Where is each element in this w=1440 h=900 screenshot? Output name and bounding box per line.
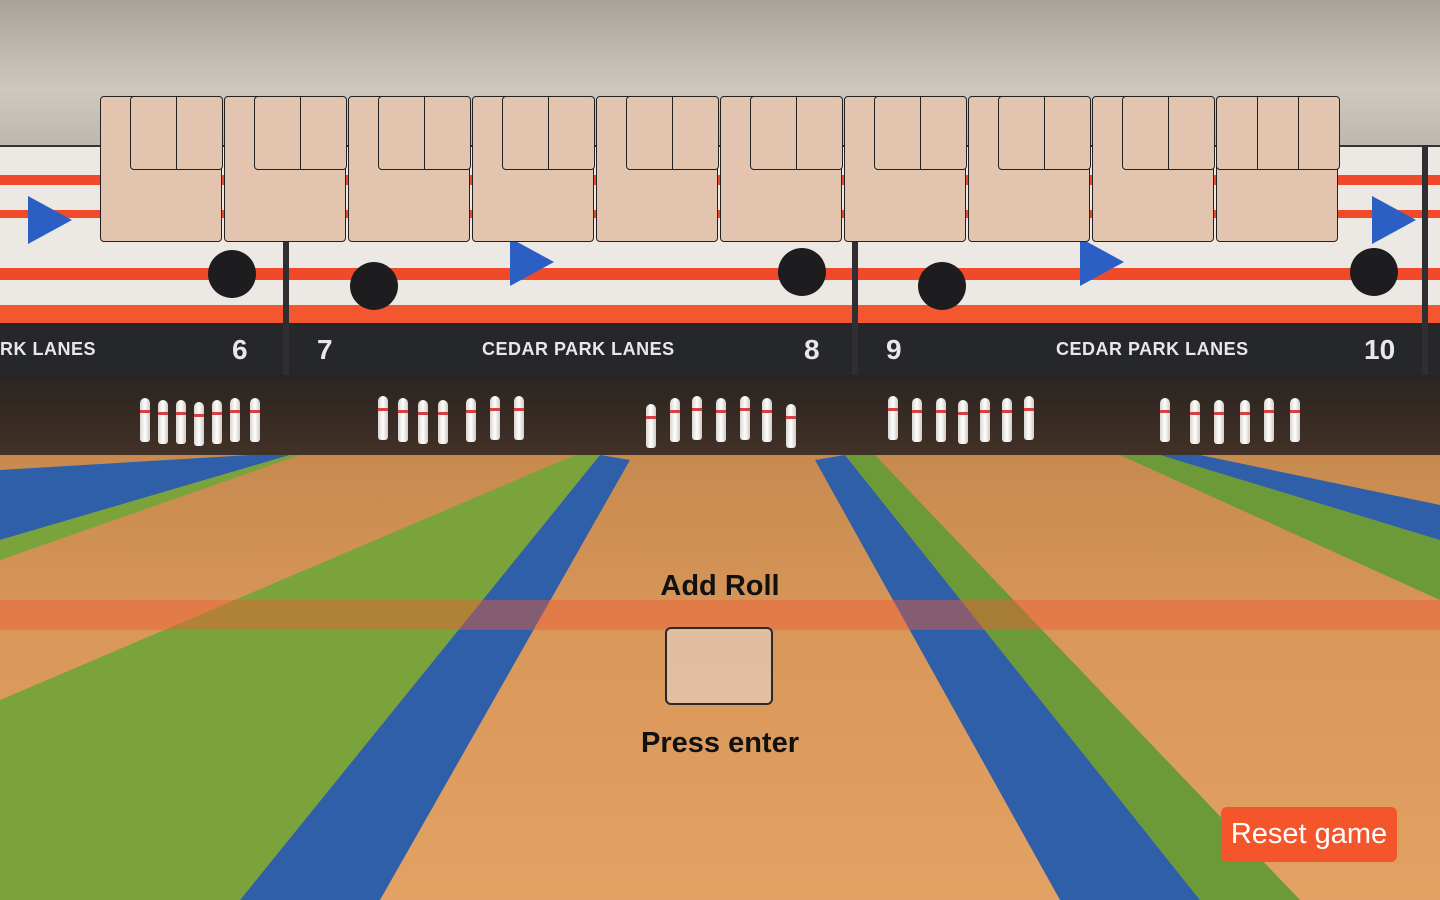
score-frame-5: [596, 96, 719, 242]
roll-box: [920, 96, 967, 170]
roll-box: [254, 96, 301, 170]
roll-box: [1122, 96, 1169, 170]
roll-box: [548, 96, 595, 170]
roll-box: [1216, 96, 1258, 170]
score-frame-7: [844, 96, 967, 242]
roll-box: [1298, 96, 1340, 170]
roll-box: [300, 96, 347, 170]
score-frame-2: [224, 96, 347, 242]
scoreboard: [100, 96, 1340, 242]
score-frame-9: [1092, 96, 1215, 242]
score-frame-4: [472, 96, 595, 242]
roll-box: [626, 96, 673, 170]
score-frame-1: [100, 96, 223, 242]
roll-box: [176, 96, 223, 170]
roll-box: [1168, 96, 1215, 170]
add-roll-label: Add Roll: [660, 570, 780, 602]
roll-box: [1257, 96, 1299, 170]
roll-input[interactable]: [665, 627, 773, 705]
roll-box: [424, 96, 471, 170]
roll-box: [998, 96, 1045, 170]
score-frame-10: [1216, 96, 1340, 242]
score-frame-6: [720, 96, 843, 242]
press-enter-hint: Press enter: [641, 727, 799, 759]
roll-box: [130, 96, 177, 170]
roll-box: [874, 96, 921, 170]
floor-reflection: [0, 600, 1440, 630]
roll-box: [502, 96, 549, 170]
score-frame-8: [968, 96, 1091, 242]
roll-box: [796, 96, 843, 170]
roll-box: [672, 96, 719, 170]
reset-game-button[interactable]: Reset game: [1221, 807, 1397, 862]
score-frame-3: [348, 96, 471, 242]
roll-box: [378, 96, 425, 170]
roll-box: [1044, 96, 1091, 170]
roll-box: [750, 96, 797, 170]
